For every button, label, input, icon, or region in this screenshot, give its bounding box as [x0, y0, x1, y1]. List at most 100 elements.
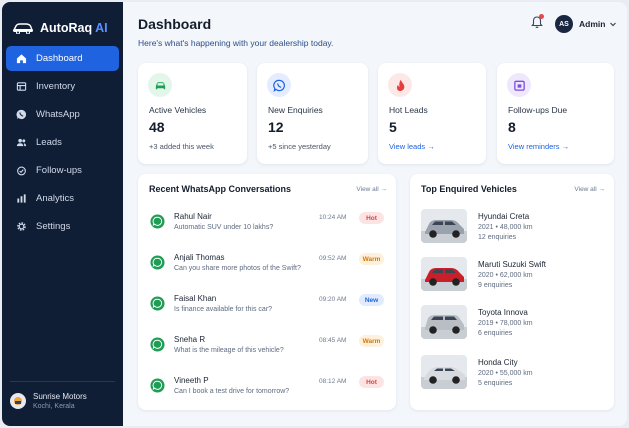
brand-name: AutoRaq AI	[40, 20, 108, 35]
inventory-icon	[16, 82, 27, 91]
sidebar-item-whatsapp[interactable]: WhatsApp	[6, 102, 119, 127]
page-title: Dashboard	[138, 16, 212, 32]
lead-status-badge: Warm	[359, 335, 384, 347]
contact-name: Sneha R	[174, 335, 206, 344]
stat-subtext: +3 added this week	[149, 142, 214, 151]
sidebar-item-label: Leads	[36, 137, 62, 148]
stat-card-new-enquiries[interactable]: New Enquiries 12 +5 since yesterday	[257, 63, 368, 164]
user-avatar[interactable]: AS	[555, 15, 573, 33]
conversation-item[interactable]: Vineeth P Can I book a test drive for to…	[138, 374, 396, 410]
top-vehicles-panel: Top Enquired Vehicles View all → Hyundai…	[410, 174, 614, 410]
stat-card-follow-ups-due[interactable]: Follow-ups Due 8 View reminders →	[497, 63, 614, 164]
dealer-profile[interactable]: Sunrise Motors Kochi, Kerala	[10, 381, 115, 410]
lead-status-badge: New	[359, 294, 384, 306]
vehicle-name: Honda City	[478, 358, 518, 367]
vehicle-item[interactable]: Maruti Suzuki Swift 2020 • 62,000 km 9 e…	[410, 257, 614, 303]
message-preview: Can you share more photos of the Swift?	[174, 265, 301, 272]
sidebar-item-label: Settings	[36, 221, 71, 232]
vehicle-item[interactable]: Hyundai Creta 2021 • 48,000 km 12 enquir…	[410, 209, 614, 255]
whatsapp-icon	[150, 378, 165, 393]
vehicle-enquiries: 12 enquiries	[478, 234, 517, 241]
car-icon	[155, 81, 165, 89]
sidebar-item-follow-ups[interactable]: Follow-ups	[6, 158, 119, 183]
vehicle-name: Toyota Innova	[478, 308, 528, 317]
vehicle-meta: 2019 • 78,000 km	[478, 320, 533, 327]
stat-label: Follow-ups Due	[508, 105, 568, 115]
main-content: Dashboard Here's what's happening with y…	[123, 2, 627, 426]
followup-icon	[17, 166, 26, 176]
stat-label: Active Vehicles	[149, 105, 207, 115]
calendar-icon	[513, 80, 525, 91]
stat-card-active-vehicles[interactable]: Active Vehicles 48 +3 added this week	[138, 63, 247, 164]
brand[interactable]: AutoRaq AI	[2, 2, 123, 42]
sidebar-item-dashboard[interactable]: Dashboard	[6, 46, 119, 71]
dealer-avatar	[10, 393, 26, 409]
view-reminders-link[interactable]: View reminders →	[508, 142, 569, 151]
message-preview: What is the mileage of this vehicle?	[174, 347, 284, 354]
vehicle-enquiries: 6 enquiries	[478, 330, 513, 337]
sidebar-item-label: Dashboard	[36, 53, 83, 64]
whatsapp-icon	[150, 337, 165, 352]
page-subtitle: Here's what's happening with your dealer…	[138, 38, 334, 48]
users-icon	[16, 138, 27, 147]
lead-status-badge: Hot	[359, 376, 384, 388]
sidebar-item-label: Follow-ups	[36, 165, 82, 176]
stat-value: 8	[508, 119, 516, 135]
analytics-icon	[17, 194, 26, 203]
vehicle-enquiries: 5 enquiries	[478, 380, 513, 387]
flame-icon	[396, 79, 404, 91]
whatsapp-icon	[150, 296, 165, 311]
vehicle-thumbnail-icon	[421, 257, 467, 291]
chevron-down-icon[interactable]	[609, 20, 617, 28]
user-name[interactable]: Admin	[579, 19, 605, 29]
stat-icon-wrap	[267, 73, 291, 97]
contact-name: Anjali Thomas	[174, 253, 225, 262]
message-preview: Is finance available for this car?	[174, 306, 273, 313]
sidebar-item-analytics[interactable]: Analytics	[6, 186, 119, 211]
message-time: 08:45 AM	[319, 337, 347, 344]
stat-value: 5	[389, 119, 397, 135]
message-preview: Automatic SUV under 10 lakhs?	[174, 224, 274, 231]
stat-subtext: +5 since yesterday	[268, 142, 331, 151]
vehicle-thumbnail-icon	[421, 209, 467, 243]
car-logo-icon	[13, 22, 33, 34]
vehicle-item[interactable]: Honda City 2020 • 55,000 km 5 enquiries	[410, 355, 614, 401]
stat-value: 48	[149, 119, 165, 135]
sidebar-item-label: Inventory	[36, 81, 76, 92]
contact-name: Vineeth P	[174, 376, 209, 385]
contact-name: Faisal Khan	[174, 294, 217, 303]
sidebar-item-inventory[interactable]: Inventory	[6, 74, 119, 99]
stat-icon-wrap	[148, 73, 172, 97]
conversation-item[interactable]: Faisal Khan Is finance available for thi…	[138, 292, 396, 328]
sidebar-item-settings[interactable]: Settings	[6, 214, 119, 239]
conversation-item[interactable]: Anjali Thomas Can you share more photos …	[138, 251, 396, 287]
stat-icon-wrap	[507, 73, 531, 97]
conversation-item[interactable]: Rahul Nair Automatic SUV under 10 lakhs?…	[138, 210, 396, 246]
stat-label: Hot Leads	[389, 105, 428, 115]
panel-title: Top Enquired Vehicles	[421, 184, 517, 194]
conversation-item[interactable]: Sneha R What is the mileage of this vehi…	[138, 333, 396, 369]
stat-value: 12	[268, 119, 284, 135]
dealer-location: Kochi, Kerala	[33, 403, 75, 410]
view-all-vehicles-link[interactable]: View all →	[574, 186, 605, 193]
whatsapp-icon	[16, 109, 27, 120]
view-all-conversations-link[interactable]: View all →	[356, 186, 387, 193]
stat-card-hot-leads[interactable]: Hot Leads 5 View leads →	[378, 63, 486, 164]
message-time: 08:12 AM	[319, 378, 347, 385]
message-time: 09:20 AM	[319, 296, 347, 303]
panel-title: Recent WhatsApp Conversations	[149, 184, 292, 194]
notification-dot	[539, 14, 544, 19]
stat-label: New Enquiries	[268, 105, 323, 115]
message-preview: Can I book a test drive for tomorrow?	[174, 388, 290, 395]
sidebar-item-label: Analytics	[36, 193, 75, 204]
vehicle-name: Hyundai Creta	[478, 212, 530, 221]
vehicle-meta: 2020 • 55,000 km	[478, 370, 533, 377]
sidebar-nav: Dashboard Inventory WhatsApp Leads Follo…	[2, 46, 123, 239]
dealer-name: Sunrise Motors	[33, 392, 87, 401]
vehicle-thumbnail-icon	[421, 355, 467, 389]
vehicle-enquiries: 9 enquiries	[478, 282, 513, 289]
view-leads-link[interactable]: View leads →	[389, 142, 435, 151]
vehicle-item[interactable]: Toyota Innova 2019 • 78,000 km 6 enquiri…	[410, 305, 614, 351]
app-window: AutoRaq AI Dashboard Inventory WhatsApp …	[2, 2, 627, 426]
sidebar-item-leads[interactable]: Leads	[6, 130, 119, 155]
